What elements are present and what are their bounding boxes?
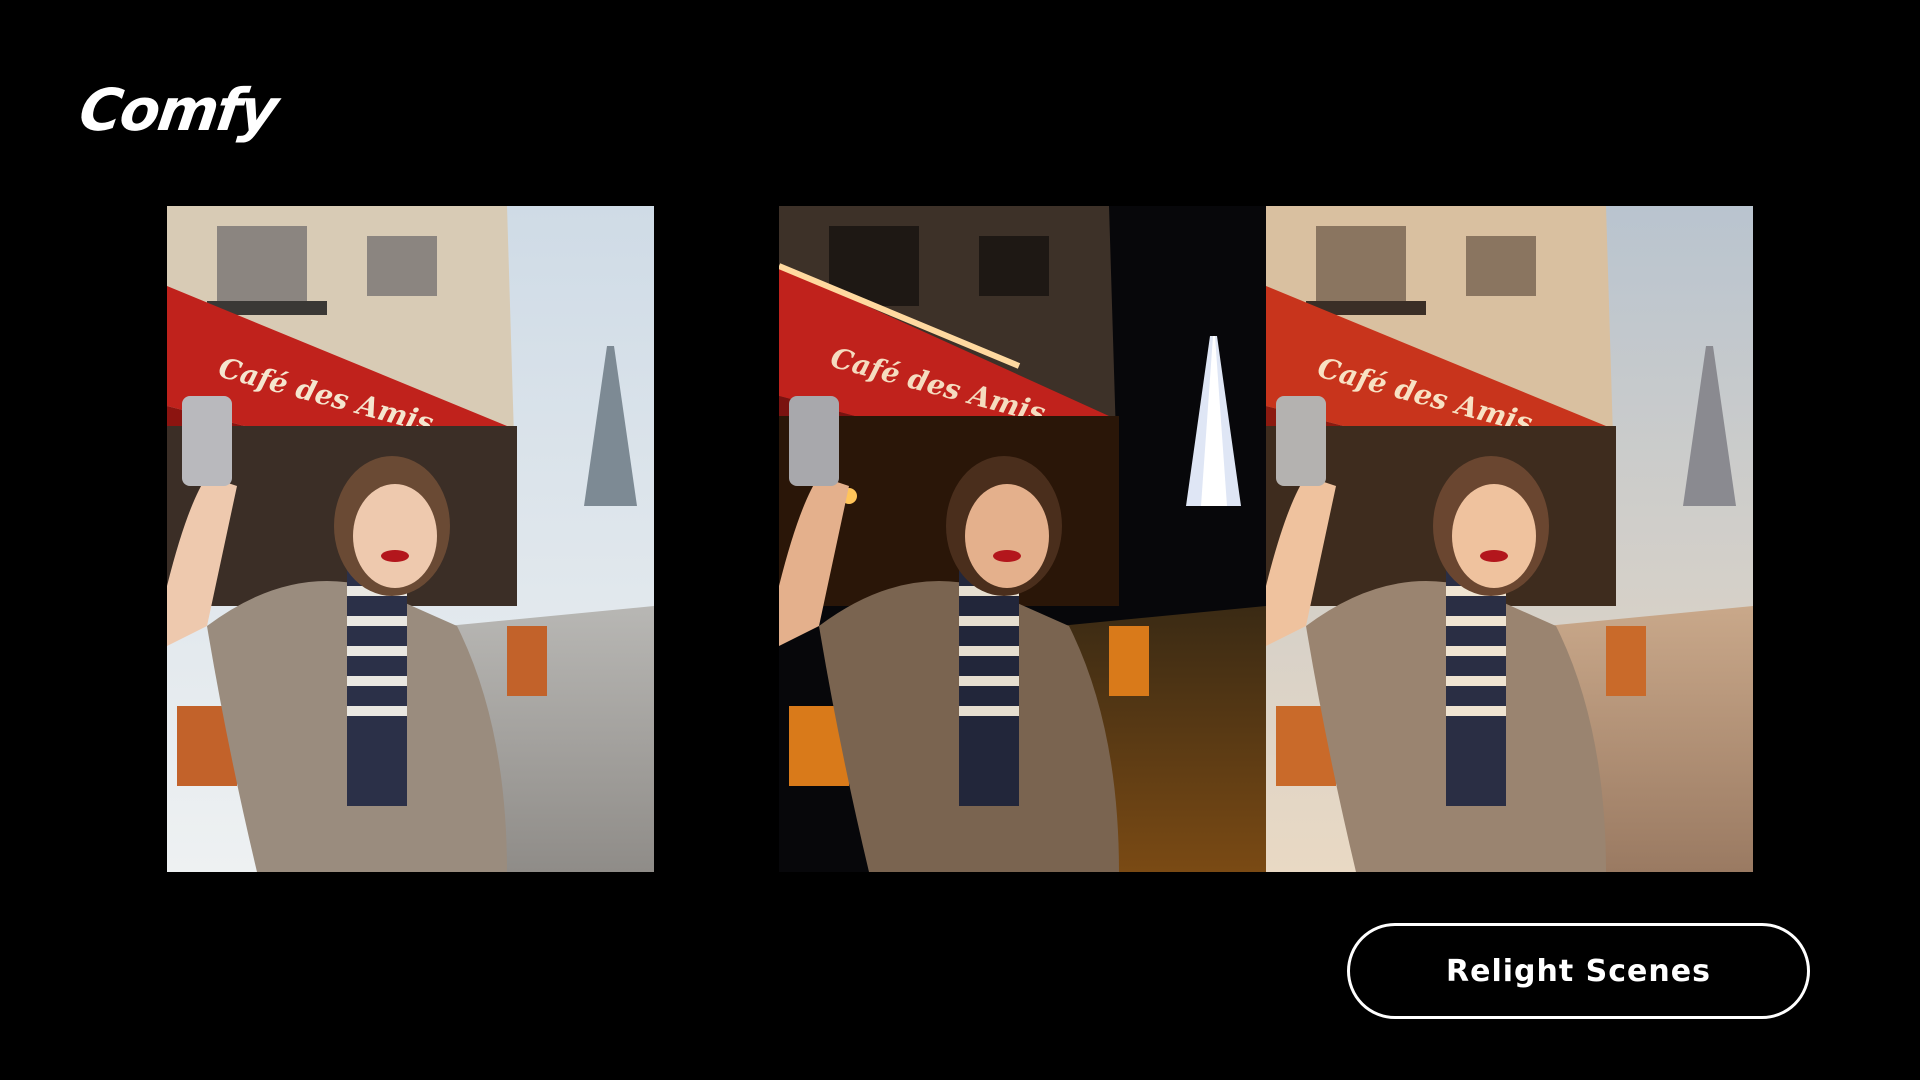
relight-scenes-button[interactable]: Relight Scenes bbox=[1347, 923, 1810, 1019]
photo-daylight: Café des Amis bbox=[167, 206, 654, 872]
comfy-logo: Comfy bbox=[75, 76, 281, 144]
photo-night-illustration: Café des Amis bbox=[779, 206, 1266, 872]
photo-night: Café des Amis bbox=[779, 206, 1266, 872]
photo-daylight-illustration: Café des Amis bbox=[167, 206, 654, 872]
slide: Comfy Café des Amis Café des Amis Café d… bbox=[0, 0, 1920, 1080]
photo-golden-hour: Café des Amis bbox=[1266, 206, 1753, 872]
photo-golden-hour-illustration: Café des Amis bbox=[1266, 206, 1753, 872]
